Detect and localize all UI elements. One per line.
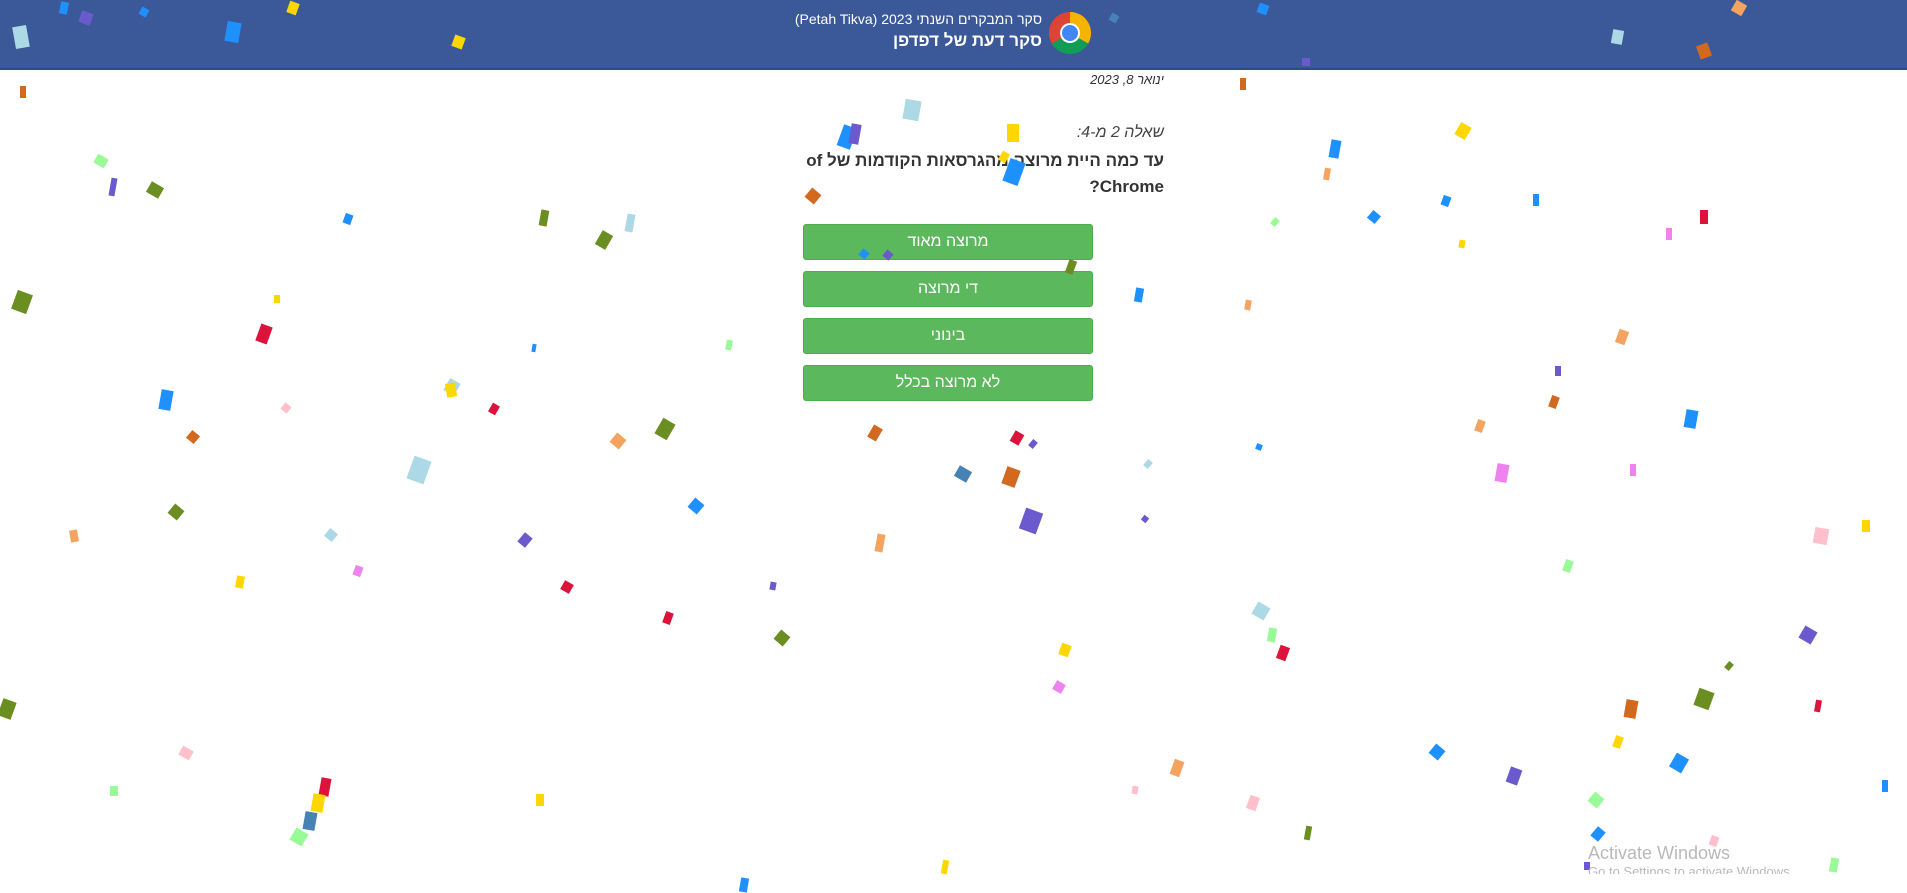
chrome-logo-icon xyxy=(1048,11,1092,55)
survey-subtitle: סקר המבקרים השנתי 2023 (Petah Tikva) xyxy=(794,11,1042,27)
top-header-bar: סקר המבקרים השנתי 2023 (Petah Tikva) סקר… xyxy=(0,0,1907,70)
activate-windows-watermark: Activate Windows Go to Settings to activ… xyxy=(1588,843,1793,874)
answer-button-neutral[interactable]: בינוני xyxy=(803,318,1093,354)
question-counter: שאלה 2 מ-4: xyxy=(1076,124,1164,141)
survey-date: ינואר 8, 2023 xyxy=(1090,72,1164,87)
header-group: סקר המבקרים השנתי 2023 (Petah Tikva) סקר… xyxy=(780,10,1092,58)
survey-title: סקר דעת של דפדפן xyxy=(892,31,1042,50)
survey-content: ינואר 8, 2023 שאלה 2 מ-4: עד כמה היית מר… xyxy=(0,68,1907,874)
question-text: עד כמה היית מרוצה מהגרסאות הקודמות של of… xyxy=(806,151,1164,196)
watermark-subtitle: Go to Settings to activate Windows. xyxy=(1588,864,1794,874)
answer-options: מרוצה מאוד די מרוצה בינוני לא מרוצה בכלל xyxy=(803,224,1093,412)
answer-button-very-satisfied[interactable]: מרוצה מאוד xyxy=(803,224,1093,260)
answer-button-fairly-satisfied[interactable]: די מרוצה xyxy=(803,271,1093,307)
watermark-title: Activate Windows xyxy=(1588,843,1731,863)
confetti-piece xyxy=(738,877,750,893)
answer-button-not-satisfied[interactable]: לא מרוצה בכלל xyxy=(803,365,1093,401)
